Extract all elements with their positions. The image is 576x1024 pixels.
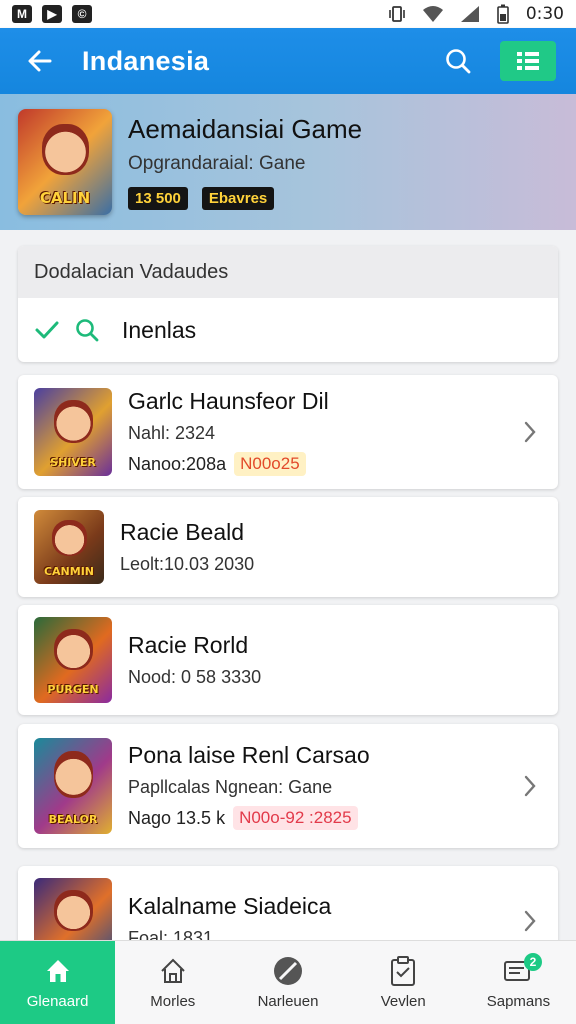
youtube-icon: ▶ <box>42 5 62 23</box>
app-bar: Indanesia <box>0 28 576 94</box>
game-meta: Nood: 0 58 3330 <box>128 667 262 687</box>
game-meta: Leolt:10.03 2030 <box>120 554 255 574</box>
list-grid-icon <box>517 52 539 70</box>
game-info: Garlc Haunsfeor Dil Nahl: 2324 Nanoo:208… <box>128 388 518 476</box>
character-art <box>41 123 89 175</box>
game-price: N00o-92 :2825 <box>233 806 358 830</box>
gmail-icon: M <box>12 5 32 23</box>
featured-game-subtitle: Opgrandaraial: Gane <box>128 153 306 174</box>
price-badge: 13 500 <box>128 187 188 210</box>
game-price-row: Nanoo:208a N00o25 <box>128 452 518 476</box>
search-icon <box>446 49 471 74</box>
game-meta: Papllcalas Ngnean: Gane <box>128 777 333 797</box>
featured-game-badges: 13 500 Ebavres <box>128 187 362 210</box>
filter-title: Dodalacian Vadaudes <box>18 246 558 298</box>
game-thumbnail: CANMIN <box>34 510 104 584</box>
featured-game-thumbnail: CALIN <box>18 109 112 215</box>
chevron-right-icon <box>518 774 542 798</box>
nav-item-home[interactable]: Glenaard <box>0 941 116 1024</box>
vibrate-icon <box>389 6 405 22</box>
game-price: N00o25 <box>234 452 306 476</box>
nav-label: Morles <box>150 993 196 1010</box>
featured-game-info: Aemaidansiai Game Opgrandaraial: Gane 13… <box>128 114 362 210</box>
game-title: Pona laise Renl Carsao <box>128 742 370 768</box>
back-button[interactable] <box>20 41 60 81</box>
featured-game-banner[interactable]: CALIN Aemaidansiai Game Opgrandaraial: G… <box>0 94 576 230</box>
game-thumbnail: BEALOR <box>34 738 112 834</box>
character-art <box>53 890 93 932</box>
game-downloads: Nago 13.5 k <box>128 807 226 828</box>
game-title: Garlc Haunsfeor Dil <box>128 388 329 414</box>
character-art <box>53 751 93 798</box>
home-icon <box>42 955 74 987</box>
nav-item-narleuen[interactable]: Narleuen <box>230 941 345 1024</box>
chevron-right-icon <box>518 909 542 933</box>
copyright-icon: © <box>72 5 92 23</box>
nav-label: Glenaard <box>26 993 89 1010</box>
tag-badge: Ebavres <box>201 187 275 210</box>
game-list-item[interactable]: SHIVER Garlc Haunsfeor Dil Nahl: 2324 Na… <box>18 375 558 489</box>
game-list-item[interactable]: CANMIN Racie Beald Leolt:10.03 2030 <box>18 497 558 597</box>
thumbnail-logo: CANMIN <box>43 565 95 579</box>
nav-item-vevlen[interactable]: Vevlen <box>346 941 461 1024</box>
arrow-left-icon <box>28 50 52 72</box>
nav-label: Sapmans <box>486 993 551 1010</box>
thumbnail-logo: CALIN <box>39 188 91 207</box>
nav-label: Vevlen <box>380 993 426 1010</box>
thumbnail-logo: SHIVER <box>50 455 96 469</box>
bottom-navigation: Glenaard Morles Narleuen Vevlen 2 Sapman… <box>0 940 576 1024</box>
game-info: Racie Rorld Nood: 0 58 3330 <box>128 632 542 688</box>
game-title: Racie Beald <box>120 519 245 545</box>
wifi-icon <box>422 6 443 22</box>
search-icon <box>76 319 99 342</box>
signal-icon <box>460 6 479 22</box>
game-list-item[interactable]: PURGEN Racie Rorld Nood: 0 58 3330 <box>18 605 558 715</box>
game-meta: Nahl: 2324 <box>128 423 216 443</box>
search-query-text: Inenlas <box>122 316 197 343</box>
game-downloads: Nanoo:208a <box>128 453 227 474</box>
battery-icon <box>497 4 509 24</box>
page-title: Indanesia <box>82 45 210 76</box>
character-art <box>53 629 93 671</box>
search-query-row[interactable]: Inenlas <box>18 298 558 362</box>
status-time: 0:30 <box>525 4 564 24</box>
nav-item-morles[interactable]: Morles <box>115 941 230 1024</box>
game-info: Racie Beald Leolt:10.03 2030 <box>120 519 542 575</box>
character-art <box>53 400 93 443</box>
menu-grid-button[interactable] <box>500 41 556 81</box>
game-list-item[interactable]: BEALOR Pona laise Renl Carsao Papllcalas… <box>18 724 558 848</box>
game-title: Racie Rorld <box>128 632 249 658</box>
game-title: Kalalname Siadeica <box>128 893 332 919</box>
house-outline-icon <box>157 955 189 987</box>
ball-icon <box>272 955 304 987</box>
status-left-icons: M ▶ © <box>12 5 92 23</box>
search-button[interactable] <box>438 41 478 81</box>
notification-badge: 2 <box>524 953 543 971</box>
check-icon <box>35 321 59 339</box>
game-price-row: Nago 13.5 k N00o-92 :2825 <box>128 806 518 830</box>
nav-label: Narleuen <box>257 993 319 1010</box>
game-info: Pona laise Renl Carsao Papllcalas Ngnean… <box>128 742 518 830</box>
clipboard-icon <box>387 955 419 987</box>
character-art <box>51 520 87 556</box>
featured-game-title: Aemaidansiai Game <box>128 114 363 144</box>
nav-item-sapmans[interactable]: 2 Sapmans <box>461 941 576 1024</box>
game-thumbnail: PURGEN <box>34 617 112 703</box>
filter-card: Dodalacian Vadaudes Inenlas <box>18 246 558 362</box>
game-thumbnail: SHIVER <box>34 388 112 476</box>
status-right: 0:30 <box>388 4 564 24</box>
thumbnail-logo: PURGEN <box>47 683 99 697</box>
chevron-right-icon <box>518 420 542 444</box>
thumbnail-logo: BEALOR <box>48 813 98 827</box>
status-bar: M ▶ © 0:30 <box>0 0 576 28</box>
